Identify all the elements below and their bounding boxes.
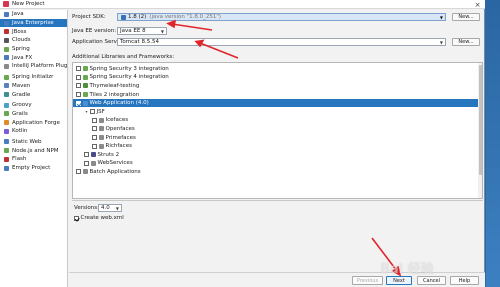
annotation-arrows xyxy=(166,19,402,277)
annotation-arrow-java-ee xyxy=(171,23,213,31)
watermark-text: Bai 经验 xyxy=(380,262,434,277)
annotation-arrowhead-java-ee xyxy=(166,19,177,29)
annotation-arrow-server xyxy=(199,42,239,59)
annotation-arrowhead-server xyxy=(194,39,205,48)
